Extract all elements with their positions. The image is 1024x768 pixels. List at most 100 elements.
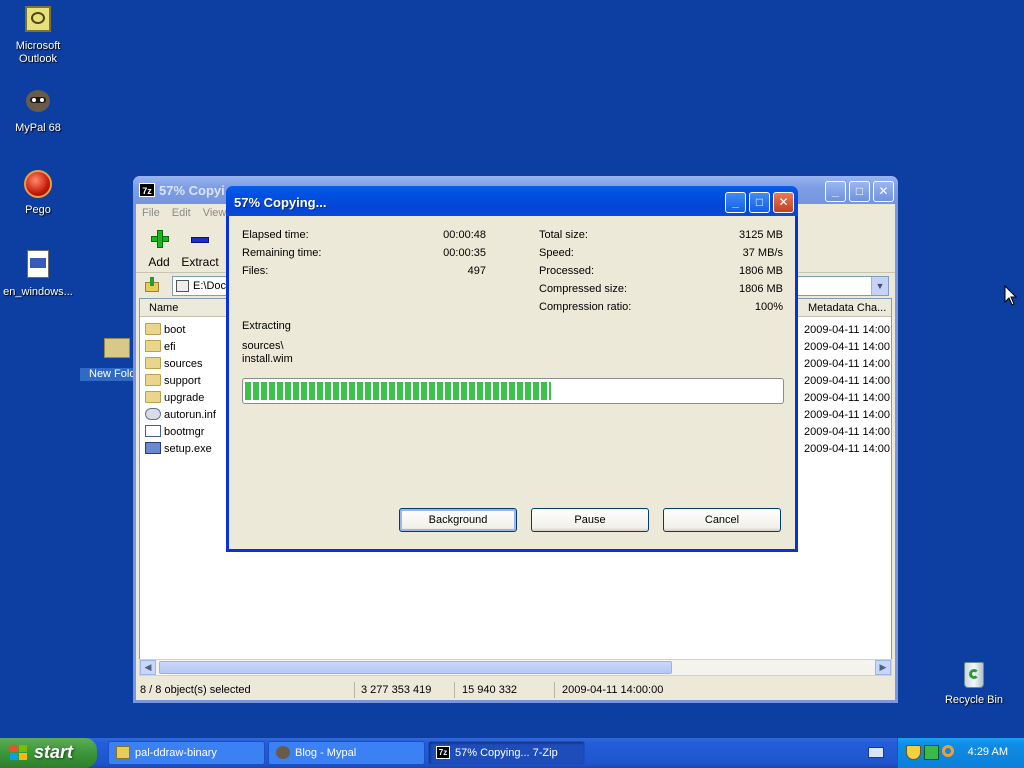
iso-file-icon — [22, 250, 54, 282]
extract-button[interactable]: Extract — [180, 228, 220, 269]
file-name: setup.exe — [164, 443, 212, 455]
desktop-icon-label: Microsoft Outlook — [15, 40, 61, 65]
file-row[interactable]: efi — [145, 339, 176, 356]
progress-bar — [242, 378, 784, 404]
outlook-icon — [22, 4, 54, 36]
desktop-icon-pego[interactable]: Pego — [0, 168, 76, 217]
add-button[interactable]: Add — [144, 228, 174, 269]
desktop-icon-label: en_windows... — [3, 286, 73, 298]
drive-icon — [176, 280, 189, 292]
up-folder-icon[interactable] — [144, 277, 160, 293]
file-date: 2009-04-11 14:00 — [804, 375, 891, 387]
progress-bar-fill — [245, 382, 551, 400]
task-label: 57% Copying... 7-Zip — [455, 747, 558, 759]
minus-icon — [180, 228, 220, 252]
file-date: 2009-04-11 14:00 — [804, 392, 891, 404]
close-button[interactable]: ✕ — [773, 192, 794, 213]
status-date: 2009-04-11 14:00:00 — [562, 684, 664, 696]
desktop-icon-label: New Fold — [80, 368, 138, 381]
minimize-button[interactable]: _ — [825, 181, 846, 202]
task-7zip[interactable]: 7z 57% Copying... 7-Zip — [428, 741, 585, 765]
stat-label: Total size: — [539, 229, 588, 241]
extract-label: Extract — [181, 255, 219, 269]
file-date: 2009-04-11 14:00 — [804, 426, 891, 438]
close-button[interactable]: ✕ — [873, 181, 894, 202]
file-name: efi — [164, 341, 176, 353]
dialog-titlebar[interactable]: 57% Copying... _ □ ✕ — [226, 186, 798, 216]
minimize-button[interactable]: _ — [725, 192, 746, 213]
stat-remaining: Remaining time: 00:00:35 — [242, 247, 486, 263]
background-button[interactable]: Background — [399, 508, 517, 532]
file-date: 2009-04-11 14:00 — [804, 443, 891, 455]
stat-files: Files: 497 — [242, 265, 486, 281]
stat-label: Compression ratio: — [539, 301, 632, 313]
chevron-down-icon[interactable]: ▼ — [871, 277, 888, 295]
status-divider — [354, 682, 355, 698]
current-file: install.wim — [242, 353, 293, 365]
file-row[interactable]: setup.exe — [145, 441, 212, 458]
maximize-button[interactable]: □ — [749, 192, 770, 213]
desktop-icon-iso[interactable]: en_windows... — [0, 250, 76, 299]
column-metadata[interactable]: Metadata Cha... — [808, 302, 886, 314]
file-name: upgrade — [164, 392, 205, 404]
folder-icon — [116, 746, 130, 759]
scroll-right-icon[interactable]: ▶ — [875, 660, 891, 675]
maximize-button[interactable]: □ — [849, 181, 870, 202]
file-row[interactable]: sources — [145, 356, 203, 373]
file-date: 2009-04-11 14:00 — [804, 341, 891, 353]
folder-icon — [145, 323, 161, 336]
pause-button[interactable]: Pause — [531, 508, 649, 532]
menu-file[interactable]: File — [136, 204, 166, 222]
status-bar: 8 / 8 object(s) selected 3 277 353 419 1… — [136, 679, 895, 701]
task-blog-mypal[interactable]: Blog - Mypal — [268, 741, 425, 765]
settings-file-icon — [145, 408, 161, 421]
raccoon-icon — [22, 86, 54, 118]
system-tray: 4:29 AM — [897, 738, 1024, 768]
file-date: 2009-04-11 14:00 — [804, 409, 891, 421]
scrollbar-thumb[interactable] — [159, 661, 672, 674]
stat-value: 1806 MB — [738, 265, 783, 277]
desktop-icon-recycle-bin[interactable]: Recycle Bin — [936, 658, 1012, 707]
shield-icon[interactable] — [906, 745, 921, 760]
folder-icon — [145, 340, 161, 353]
file-name: sources — [164, 358, 203, 370]
stat-compression-ratio: Compression ratio: 100% — [539, 301, 783, 317]
file-row[interactable]: bootmgr — [145, 424, 204, 441]
stat-label: Elapsed time: — [242, 229, 309, 241]
stat-label: Compressed size: — [539, 283, 628, 295]
desktop-icon-outlook[interactable]: Microsoft Outlook — [0, 4, 76, 66]
copy-progress-dialog: 57% Copying... _ □ ✕ Elapsed time: 00:00… — [226, 186, 798, 552]
folder-icon — [145, 374, 161, 387]
stat-total-size: Total size: 3125 MB — [539, 229, 783, 245]
network-icon[interactable] — [924, 745, 939, 760]
start-button[interactable]: start — [0, 738, 97, 768]
stat-value: 497 — [467, 265, 486, 277]
desktop-icon-new-folder[interactable]: New Fold — [80, 332, 138, 381]
status-packed: 15 940 332 — [462, 684, 518, 696]
stat-value: 37 MB/s — [742, 247, 783, 259]
windows-logo-icon — [10, 745, 28, 761]
main-window-title: 57% Copyi — [159, 183, 225, 198]
file-row[interactable]: boot — [145, 322, 185, 339]
cancel-button[interactable]: Cancel — [663, 508, 781, 532]
desktop-icon-mypal[interactable]: MyPal 68 — [0, 86, 76, 135]
column-name[interactable]: Name — [149, 302, 178, 314]
file-row[interactable]: upgrade — [145, 390, 204, 407]
operation-label: Extracting — [242, 320, 291, 332]
desktop-icon-label: Recycle Bin — [944, 694, 1004, 706]
scroll-left-icon[interactable]: ◀ — [140, 660, 156, 675]
file-date: 2009-04-11 14:00 — [804, 324, 891, 336]
keyboard-icon[interactable] — [868, 747, 884, 758]
search-icon[interactable] — [942, 745, 954, 757]
raccoon-icon — [276, 746, 290, 759]
file-date: 2009-04-11 14:00 — [804, 358, 891, 370]
file-row[interactable]: autorun.inf — [145, 407, 216, 424]
stat-value: 100% — [754, 301, 783, 313]
stat-label: Files: — [242, 265, 269, 277]
menu-edit[interactable]: Edit — [166, 204, 197, 222]
task-pal-ddraw[interactable]: pal-ddraw-binary — [108, 741, 265, 765]
file-row[interactable]: support — [145, 373, 201, 390]
stat-compressed-size: Compressed size: 1806 MB — [539, 283, 783, 299]
horizontal-scrollbar[interactable]: ◀ ▶ — [139, 659, 892, 676]
clock: 4:29 AM — [967, 746, 1008, 758]
